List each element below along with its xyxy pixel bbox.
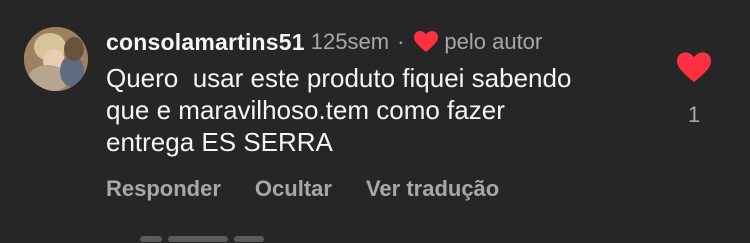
username[interactable]: consolamartins51 bbox=[106, 29, 305, 56]
comment-header: consolamartins51 125sem · pelo autor bbox=[106, 28, 542, 56]
timestamp: 125sem bbox=[310, 29, 390, 54]
like-button[interactable] bbox=[677, 52, 711, 84]
comment-actions: Responder Ocultar Ver tradução bbox=[106, 176, 499, 202]
comment-text: Quero usar este produto fiquei sabendo q… bbox=[106, 63, 572, 157]
hide-button[interactable]: Ocultar bbox=[255, 176, 332, 202]
liked-by-author-label: pelo autor bbox=[444, 29, 543, 54]
avatar-photo bbox=[24, 27, 88, 91]
reply-button[interactable]: Responder bbox=[106, 176, 221, 202]
avatar[interactable] bbox=[24, 27, 88, 91]
next-comment-fragment bbox=[140, 236, 290, 243]
comment-item: consolamartins51 125sem · pelo autor Que… bbox=[0, 0, 750, 243]
separator-dot: · bbox=[397, 29, 405, 54]
like-count: 1 bbox=[687, 102, 701, 127]
heart-filled-icon bbox=[677, 52, 711, 83]
translate-button[interactable]: Ver tradução bbox=[366, 176, 499, 202]
heart-icon bbox=[414, 31, 439, 53]
